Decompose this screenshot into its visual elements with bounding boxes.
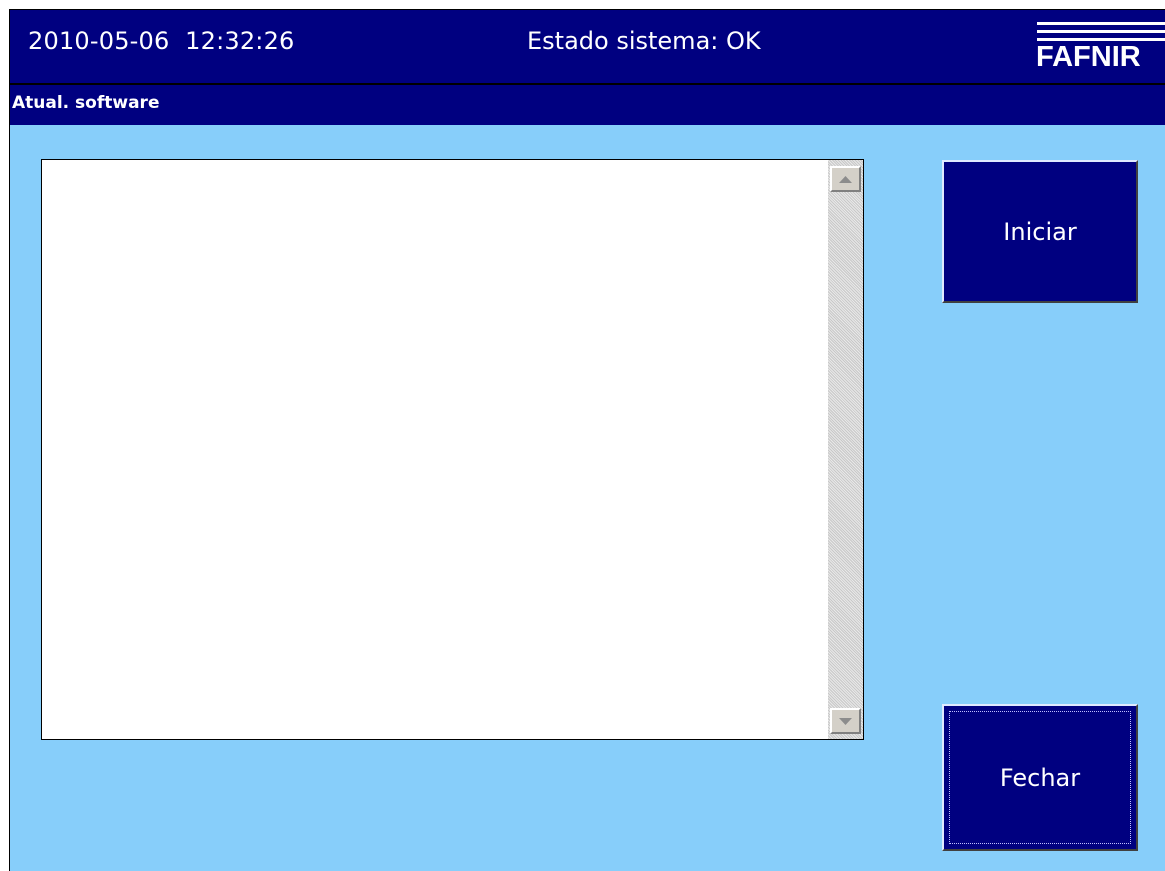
close-button[interactable]: Fechar — [942, 704, 1138, 851]
system-status: Estado sistema: OK — [527, 27, 761, 55]
datetime-display: 2010-05-06 12:32:26 — [28, 27, 295, 55]
start-button[interactable]: Iniciar — [942, 160, 1138, 303]
scroll-up-arrow-icon — [839, 175, 852, 183]
header-bar: 2010-05-06 12:32:26 Estado sistema: OK F… — [10, 10, 1165, 83]
scroll-down-arrow-icon — [839, 717, 852, 725]
screen-title-bar: Atual. software — [10, 83, 1165, 125]
log-scrollbar[interactable] — [828, 160, 863, 739]
update-log-content — [48, 164, 823, 735]
scroll-up-button[interactable] — [830, 166, 861, 192]
screen-title: Atual. software — [12, 93, 160, 113]
scroll-down-button[interactable] — [830, 708, 861, 734]
close-button-label: Fechar — [999, 763, 1081, 792]
logo-text: FAFNIR — [1036, 41, 1141, 73]
start-button-label: Iniciar — [1003, 217, 1077, 246]
fafnir-logo: FAFNIR — [1033, 20, 1165, 78]
main-screen: 2010-05-06 12:32:26 Estado sistema: OK F… — [9, 9, 1165, 871]
update-log-textarea[interactable] — [41, 159, 864, 740]
